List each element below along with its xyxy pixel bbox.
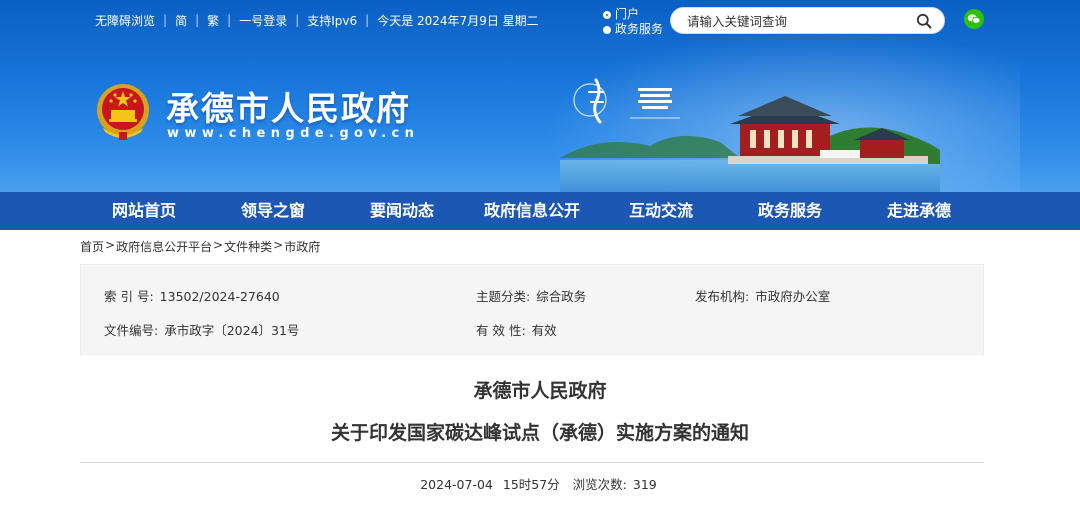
breadcrumb-separator: > [213,238,224,252]
view-count-value: 319 [632,477,657,492]
meta-doc-number: 文件编号: 承市政字〔2024〕31号 [104,320,299,339]
nav-item-services[interactable]: 政务服务 [742,192,838,230]
breadcrumb-file-types[interactable]: 文件种类 [224,238,272,255]
wechat-icon[interactable] [964,9,984,29]
scope-option-services[interactable]: 政务服务 [603,22,663,37]
accessibility-link[interactable]: 无障碍浏览 [95,12,155,29]
meta-publisher: 发布机构: 市政府办公室 [695,286,830,305]
document-metadata: 索 引 号: 13502/2024-27640 主题分类: 综合政务 发布机构: 市政… [80,264,984,355]
separator: | [195,13,200,27]
nav-item-home[interactable]: 网站首页 [96,192,192,230]
publish-date: 2024-07-04 [420,477,493,492]
view-count-label: 浏览次数: [572,477,627,492]
simplified-chinese-link[interactable]: 简 [175,12,187,29]
nav-item-leaders[interactable]: 领导之窗 [225,192,321,230]
breadcrumb-separator: > [273,238,284,252]
meta-label: 发布机构: [695,289,750,304]
search-scope-radio-group: 门户 政务服务 [603,7,663,37]
breadcrumb-home[interactable]: 首页 [80,238,104,255]
nav-item-gov-info[interactable]: 政府信息公开 [476,192,588,230]
radio-checked-icon [603,10,611,19]
nav-item-interaction[interactable]: 互动交流 [613,192,709,230]
site-url: www.chengde.gov.cn [167,126,420,141]
search-icon[interactable] [916,13,932,29]
meta-label: 主题分类: [476,289,531,304]
search-input[interactable] [685,13,909,30]
meta-value: 承市政字〔2024〕31号 [164,323,300,338]
meta-index: 索 引 号: 13502/2024-27640 [104,286,280,305]
meta-label: 索 引 号: [104,289,154,304]
ipv6-badge: 支持Ipv6 [307,13,358,28]
traditional-chinese-link[interactable]: 繁 [207,12,219,29]
meta-value: 13502/2024-27640 [159,289,280,304]
meta-topic: 主题分类: 综合政务 [476,286,586,305]
search-box [670,7,945,34]
nav-item-news[interactable]: 要闻动态 [354,192,450,230]
breadcrumb-city-gov[interactable]: 市政府 [284,238,320,255]
view-count: 浏览次数: 319 [570,477,660,492]
national-emblem-icon [97,84,149,140]
meta-validity: 有 效 性: 有效 [476,320,557,339]
title-divider [80,462,984,463]
publish-info: 2024-07-04 15时57分 浏览次数: 319 [0,474,1080,493]
site-header: 无障碍浏览 | 简 | 繁 | 一号登录 | 支持Ipv6 | 今天是 2024… [0,0,1080,192]
breadcrumb: 首页 > 政府信息公开平台 > 文件种类 > 市政府 [80,238,320,255]
main-nav: 网站首页 领导之窗 要闻动态 政府信息公开 互动交流 政务服务 走进承德 [0,192,1080,230]
meta-value: 市政府办公室 [755,289,831,304]
today-date: 今天是 2024年7月9日 星期二 [377,13,539,28]
meta-value: 有效 [531,323,557,338]
scope-option-label: 政务服务 [615,22,664,36]
scope-option-label: 门户 [615,7,640,21]
top-utility-bar: 无障碍浏览 | 简 | 繁 | 一号登录 | 支持Ipv6 | 今天是 2024… [95,11,539,29]
nav-item-about[interactable]: 走进承德 [871,192,967,230]
login-link[interactable]: 一号登录 [239,12,287,29]
separator: | [295,13,300,27]
separator: | [365,13,370,27]
separator: | [163,13,168,27]
meta-label: 文件编号: [104,323,159,338]
article-title: 关于印发国家碳达峰试点（承德）实施方案的通知 [330,422,749,444]
site-title: 承德市人民政府 [166,89,411,128]
scope-option-portal[interactable]: 门户 [603,7,663,22]
publish-time: 15时57分 [502,477,560,492]
radio-unchecked-icon [603,25,611,34]
breadcrumb-info-platform[interactable]: 政府信息公开平台 [116,238,212,255]
scenic-pavilion-illustration [560,96,940,192]
separator: | [227,13,232,27]
meta-value: 综合政务 [536,289,587,304]
breadcrumb-separator: > [105,238,116,252]
article-title-issuer: 承德市人民政府 [473,380,607,402]
meta-label: 有 效 性: [476,323,526,338]
